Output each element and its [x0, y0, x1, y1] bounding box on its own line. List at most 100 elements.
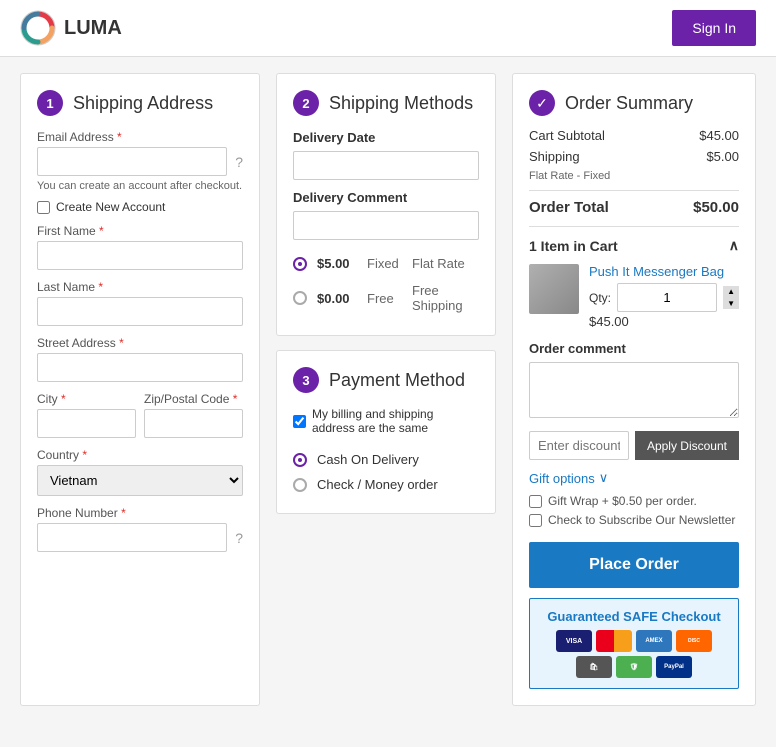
payment-method-section: 3 Payment Method My billing and shipping…: [276, 350, 496, 514]
delivery-comment-label: Delivery Comment: [293, 190, 479, 205]
create-account-row: Create New Account: [37, 200, 243, 214]
order-summary-check-icon: ✓: [529, 90, 555, 116]
order-summary-title: ✓ Order Summary: [529, 90, 739, 116]
street-input[interactable]: [37, 353, 243, 382]
payment-method-title: 3 Payment Method: [293, 367, 479, 393]
phone-help-icon[interactable]: ?: [235, 530, 243, 546]
order-summary-heading: Order Summary: [565, 93, 693, 114]
order-total-row: Order Total $50.00: [529, 199, 739, 216]
shipping-label: Shipping: [529, 149, 580, 164]
same-address-label: My billing and shipping address are the …: [312, 407, 479, 435]
email-input[interactable]: [37, 147, 227, 176]
free-shipping-type: Free: [367, 291, 402, 306]
shipping-methods-title: 2 Shipping Methods: [293, 90, 479, 116]
gift-wrap-checkbox[interactable]: [529, 495, 542, 508]
newsletter-label: Check to Subscribe Our Newsletter: [548, 513, 735, 527]
item-name[interactable]: Push It Messenger Bag: [589, 264, 739, 279]
qty-input[interactable]: [617, 283, 717, 312]
city-label: City *: [37, 392, 136, 406]
first-name-label: First Name *: [37, 224, 243, 238]
street-label: Street Address *: [37, 336, 243, 350]
payment-method-heading: Payment Method: [329, 370, 465, 391]
shipping-methods-heading: Shipping Methods: [329, 93, 473, 114]
first-name-input[interactable]: [37, 241, 243, 270]
step-2-circle: 2: [293, 90, 319, 116]
gift-wrap-label: Gift Wrap + $0.50 per order.: [548, 494, 697, 508]
free-shipping-price: $0.00: [317, 291, 357, 306]
cash-delivery-label: Cash On Delivery: [317, 452, 419, 467]
country-select[interactable]: Vietnam: [37, 465, 243, 496]
shipping-address-title: 1 Shipping Address: [37, 90, 243, 116]
qty-arrows: ▲ ▼: [723, 286, 739, 309]
safe-checkout-label: Guaranteed SAFE Checkout: [540, 609, 728, 624]
item-image: [529, 264, 579, 314]
email-field-row: ?: [37, 147, 243, 176]
shipping-option-flat[interactable]: $5.00 Fixed Flat Rate: [293, 250, 479, 277]
summary-divider: [529, 190, 739, 191]
step-3-circle: 3: [293, 367, 319, 393]
logo-text: LUMA: [64, 17, 122, 40]
cart-chevron-icon[interactable]: ∧: [729, 237, 739, 254]
check-money-label: Check / Money order: [317, 477, 438, 492]
sign-in-button[interactable]: Sign In: [672, 10, 756, 46]
order-total-value: $50.00: [693, 199, 739, 216]
payment-check-money[interactable]: Check / Money order: [293, 472, 479, 497]
phone-field-row: ?: [37, 523, 243, 552]
flat-rate-type: Fixed: [367, 256, 402, 271]
cart-toggle[interactable]: 1 Item in Cart ∧: [529, 226, 739, 254]
delivery-date-input[interactable]: [293, 151, 479, 180]
place-order-button[interactable]: Place Order: [529, 542, 739, 588]
payment-icons: VISA MC AMEX DISC 🛍 🛡 PayPal: [540, 630, 728, 678]
flat-rate-name: Flat Rate: [412, 256, 465, 271]
order-comment-label: Order comment: [529, 341, 739, 356]
newsletter-row: Check to Subscribe Our Newsletter: [529, 513, 739, 527]
cash-delivery-radio[interactable]: [293, 453, 307, 467]
mastercard-icon: MC: [596, 630, 632, 652]
safe-checkout: Guaranteed SAFE Checkout VISA MC AMEX DI…: [529, 598, 739, 689]
discount-code-input[interactable]: [529, 431, 629, 460]
newsletter-checkbox[interactable]: [529, 514, 542, 527]
gift-options-toggle[interactable]: Gift options ∨: [529, 470, 739, 486]
item-details: Push It Messenger Bag Qty: ▲ ▼ $45.00: [589, 264, 739, 329]
visa-icon: VISA: [556, 630, 592, 652]
create-account-checkbox[interactable]: [37, 201, 50, 214]
phone-input[interactable]: [37, 523, 227, 552]
same-address-checkbox[interactable]: [293, 415, 306, 428]
free-shipping-name: Free Shipping: [412, 283, 479, 313]
same-address-row: My billing and shipping address are the …: [293, 407, 479, 435]
order-total-label: Order Total: [529, 199, 609, 216]
apply-discount-button[interactable]: Apply Discount: [635, 431, 739, 460]
flat-rate-radio[interactable]: [293, 257, 307, 271]
shipping-option-free[interactable]: $0.00 Free Free Shipping: [293, 277, 479, 319]
delivery-date-label: Delivery Date: [293, 130, 479, 145]
free-shipping-radio[interactable]: [293, 291, 307, 305]
check-money-radio[interactable]: [293, 478, 307, 492]
zip-input[interactable]: [144, 409, 243, 438]
amex-icon: AMEX: [636, 630, 672, 652]
logo: LUMA: [20, 10, 122, 46]
order-comment-textarea[interactable]: [529, 362, 739, 418]
last-name-input[interactable]: [37, 297, 243, 326]
shipping-value: $5.00: [706, 149, 739, 164]
country-label: Country *: [37, 448, 243, 462]
qty-down-button[interactable]: ▼: [723, 298, 739, 310]
email-help-icon[interactable]: ?: [235, 154, 243, 170]
qty-up-button[interactable]: ▲: [723, 286, 739, 298]
last-name-label: Last Name *: [37, 280, 243, 294]
discover-icon: DISC: [676, 630, 712, 652]
zip-label: Zip/Postal Code *: [144, 392, 243, 406]
shipping-method-label: Flat Rate - Fixed: [529, 170, 610, 182]
main-content: 1 Shipping Address Email Address * ? You…: [0, 57, 776, 722]
city-input[interactable]: [37, 409, 136, 438]
cart-count-label: 1 Item in Cart: [529, 238, 618, 254]
cart-subtotal-row: Cart Subtotal $45.00: [529, 128, 739, 143]
email-label: Email Address *: [37, 130, 243, 144]
shipping-address-section: 1 Shipping Address Email Address * ? You…: [20, 73, 260, 706]
shipping-address-heading: Shipping Address: [73, 93, 213, 114]
paypal-icon: PayPal: [656, 656, 692, 678]
shipping-row: Shipping $5.00: [529, 149, 739, 164]
gift-options-chevron-icon: ∨: [599, 470, 609, 486]
payment-cash-delivery[interactable]: Cash On Delivery: [293, 447, 479, 472]
logo-icon: [20, 10, 56, 46]
delivery-comment-input[interactable]: [293, 211, 479, 240]
